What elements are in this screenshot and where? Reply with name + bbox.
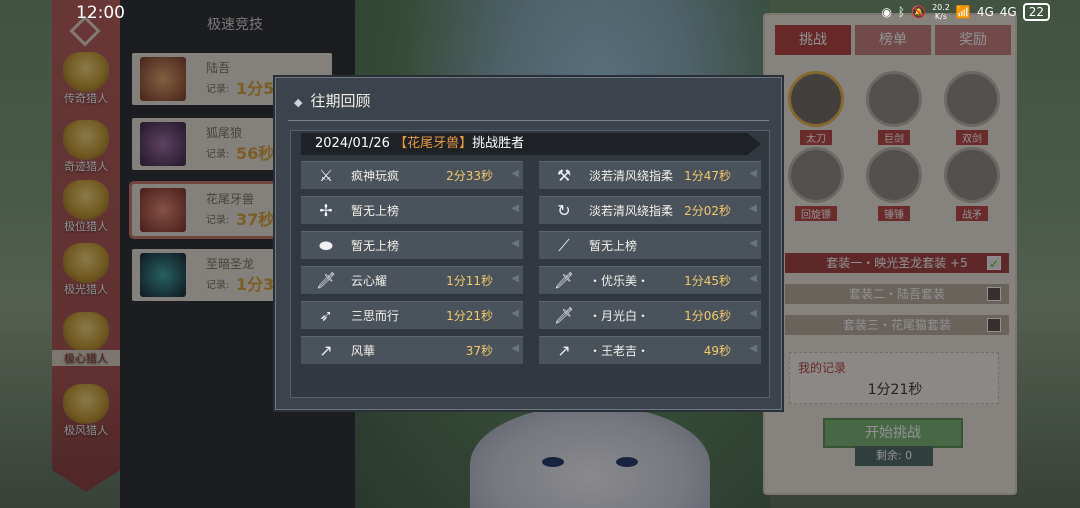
greatsword-icon: ⚒ — [556, 166, 572, 185]
winner-row: 🗡 ・月光白・ 1分06秒 ◀ — [539, 301, 761, 329]
winner-row: ✢ 暂无上榜 ◀ — [301, 196, 523, 224]
modal-title: ◆ 往期回顾 — [294, 92, 371, 110]
boomerang-icon: ↻ — [557, 201, 571, 220]
sword-icon: 🗡 — [553, 306, 575, 325]
spear-icon: ↗ — [319, 341, 333, 360]
winner-row: ⟋ 暂无上榜 ◀ — [539, 231, 761, 259]
clock: 12:00 — [76, 3, 125, 23]
signal-4g-1: 4G — [976, 5, 994, 19]
hammer-icon: ⬬ — [319, 236, 333, 255]
katana-icon: ⟋ — [558, 236, 570, 255]
divider — [288, 120, 769, 121]
winner-row: ↗ ・王老吉・ 49秒 ◀ — [539, 336, 761, 364]
wifi-icon: 📶 — [955, 5, 971, 19]
diamond-icon: ◆ — [294, 96, 303, 109]
winner-row: 🗡 ・优乐美・ 1分45秒 ◀ — [539, 266, 761, 294]
battery-icon: 22 — [1022, 3, 1050, 21]
winner-row: ⚒ 淡若清风绕指柔 1分47秒 ◀ — [539, 161, 761, 189]
bow-icon: ➶ — [319, 306, 333, 325]
winner-row: 🗡 云心耀 1分11秒 ◀ — [301, 266, 523, 294]
status-icons: ◉ ᛒ 🔕 20.2 K/s 📶 4G 4G 22 — [881, 3, 1050, 21]
winners-board: 2024/01/26 【花尾牙兽】挑战胜者 ⚔ 疯神玩疯 2分33秒 ◀ ✢ 暂无上榜 ◀… — [290, 130, 770, 398]
signal-4g-2: 4G — [999, 5, 1017, 19]
status-bar: 12:00 ◉ ᛒ 🔕 20.2 K/s 📶 4G 4G 22 — [0, 0, 1080, 24]
bluetooth-icon: ᛒ — [897, 5, 906, 19]
network-speed: 20.2 K/s — [932, 3, 950, 21]
lance-icon: ↗ — [557, 341, 571, 360]
winner-row: ⬬ 暂无上榜 ◀ — [301, 231, 523, 259]
claw-icon: ✢ — [319, 201, 333, 220]
dual-blades-icon: ⚔ — [318, 166, 334, 185]
eye-icon: ◉ — [881, 5, 892, 19]
past-review-modal: ◆ 往期回顾 2024/01/26 【花尾牙兽】挑战胜者 ⚔ 疯神玩疯 2分33秒 ◀ … — [275, 77, 782, 410]
winner-row: ⚔ 疯神玩疯 2分33秒 ◀ — [301, 161, 523, 189]
sword-icon: 🗡 — [315, 271, 337, 290]
sword-icon: 🗡 — [553, 271, 575, 290]
mute-icon: 🔕 — [911, 5, 927, 19]
challenge-banner: 2024/01/26 【花尾牙兽】挑战胜者 — [301, 133, 761, 155]
winner-row: ➶ 三思而行 1分21秒 ◀ — [301, 301, 523, 329]
winner-row: ↗ 风華 37秒 ◀ — [301, 336, 523, 364]
winner-row: ↻ 淡若清风绕指柔 2分02秒 ◀ — [539, 196, 761, 224]
